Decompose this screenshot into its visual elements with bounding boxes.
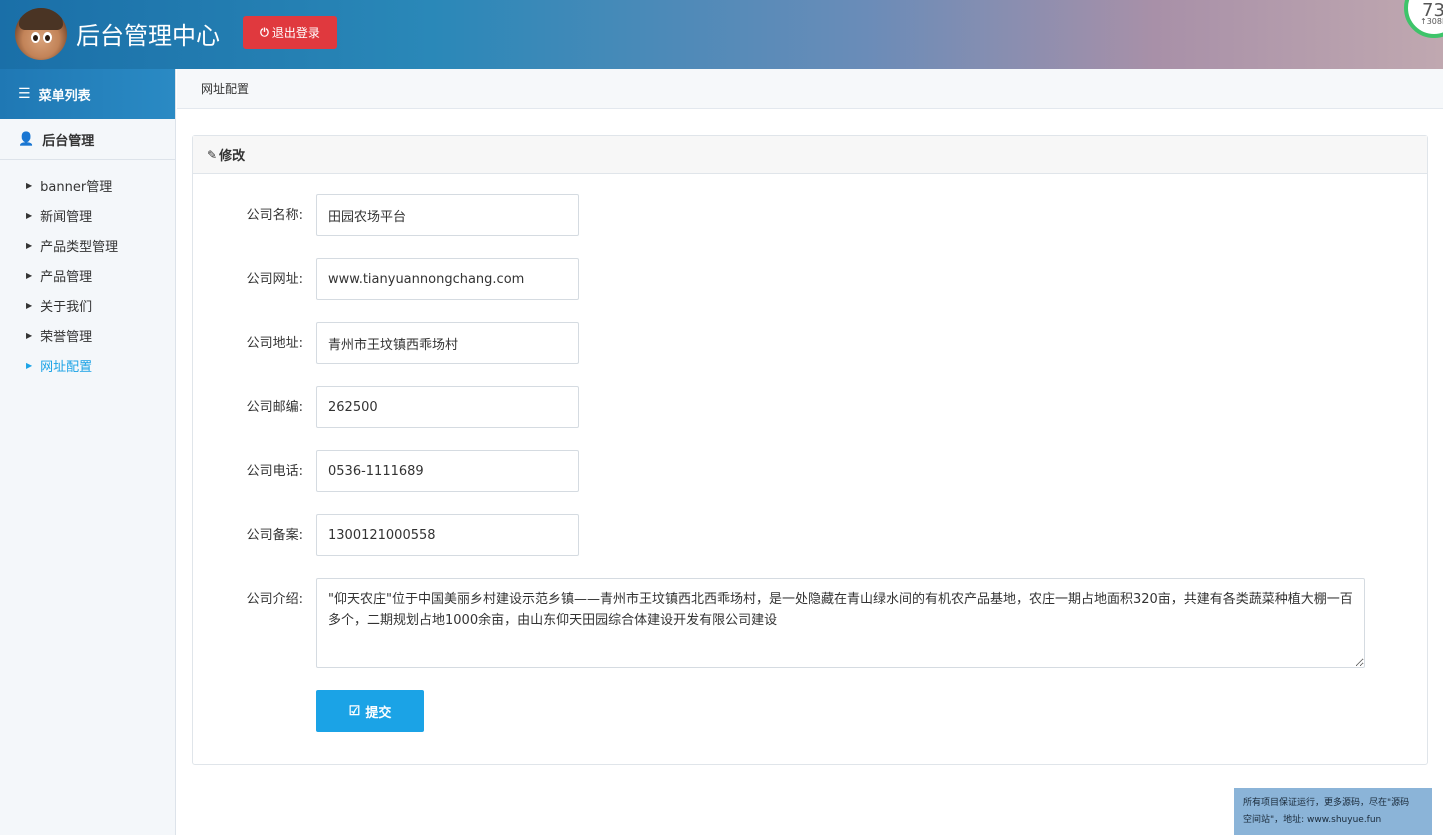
sidebar-item-label: 产品管理 <box>40 269 93 285</box>
sidebar-item-products[interactable]: ▶ 产品管理 <box>0 260 175 290</box>
sidebar-item-label: 新闻管理 <box>40 209 93 225</box>
company-phone-label: 公司电话: <box>246 464 303 479</box>
user-icon: 👤 <box>18 131 35 147</box>
caret-right-icon: ▶ <box>26 180 33 190</box>
caret-right-icon: ▶ <box>26 300 33 310</box>
sidebar-item-banner[interactable]: ▶ banner管理 <box>0 170 175 200</box>
top-header: 后台管理中心 ⏻ 退出登录 73 ↑308K <box>0 0 1443 69</box>
avatar <box>15 8 67 60</box>
company-url-input[interactable] <box>316 258 579 300</box>
caret-right-icon: ▶ <box>26 240 33 250</box>
power-icon: ⏻ <box>260 25 269 39</box>
company-zip-label: 公司邮编: <box>246 400 303 415</box>
avatar-hair <box>19 8 63 30</box>
company-phone-input[interactable] <box>316 450 579 492</box>
sidebar-item-site-config[interactable]: ▶ 网址配置 <box>0 350 175 380</box>
sidebar-item-label: 网址配置 <box>40 359 93 375</box>
avatar-eye-left <box>31 32 40 43</box>
sidebar: ☰ 菜单列表 👤 后台管理 ▶ banner管理 ▶ 新闻管理 ▶ 产品类型管理… <box>0 69 176 835</box>
company-icp-input[interactable] <box>316 514 579 556</box>
sidebar-item-label: banner管理 <box>40 179 113 195</box>
company-intro-label: 公司介绍: <box>246 592 303 607</box>
watermark-notice: 所有项目保证运行，更多源码，尽在"源码 空间站"，地址: www.shuyue.… <box>1234 788 1432 835</box>
company-name-input[interactable] <box>316 194 579 236</box>
company-icp-label: 公司备案: <box>246 528 303 543</box>
logout-button[interactable]: ⏻ 退出登录 <box>243 16 337 49</box>
list-icon: ☰ <box>18 86 31 102</box>
app-title: 后台管理中心 <box>76 22 220 50</box>
check-square-icon: ☑ <box>348 703 361 718</box>
sidebar-item-product-types[interactable]: ▶ 产品类型管理 <box>0 230 175 260</box>
breadcrumb-current: 网址配置 <box>201 82 250 96</box>
caret-right-icon: ▶ <box>26 270 33 280</box>
company-url-label: 公司网址: <box>246 272 303 287</box>
company-zip-input[interactable] <box>316 386 579 428</box>
company-name-label: 公司名称: <box>246 208 303 223</box>
panel-header: ✎ 修改 <box>193 136 1427 174</box>
submit-button[interactable]: ☑ 提交 <box>316 690 424 732</box>
sidebar-item-news[interactable]: ▶ 新闻管理 <box>0 200 175 230</box>
sidebar-item-label: 关于我们 <box>40 299 93 315</box>
breadcrumb: 网址配置 <box>177 69 1443 109</box>
menu-list-header[interactable]: ☰ 菜单列表 <box>0 69 175 119</box>
panel-title: 修改 <box>219 149 246 164</box>
gauge-speed: ↑308K <box>1420 17 1443 26</box>
caret-right-icon: ▶ <box>26 330 33 340</box>
watermark-line-1: 所有项目保证运行，更多源码，尽在"源码 <box>1243 798 1410 808</box>
sidebar-group-admin[interactable]: 👤 后台管理 <box>0 119 175 160</box>
company-intro-textarea[interactable]: "仰天农庄"位于中国美丽乡村建设示范乡镇——青州市王坟镇西北西乖场村，是一处隐藏… <box>316 578 1365 668</box>
logout-label: 退出登录 <box>271 26 320 40</box>
avatar-eye-right <box>43 32 52 43</box>
sidebar-menu: ▶ banner管理 ▶ 新闻管理 ▶ 产品类型管理 ▶ 产品管理 ▶ 关于我们… <box>0 160 175 380</box>
menu-list-title: 菜单列表 <box>38 88 91 104</box>
caret-right-icon: ▶ <box>26 210 33 220</box>
edit-panel: ✎ 修改 公司名称: 公司网址: 公司地址: 公司邮编: 公司电话: 公司备案:… <box>192 135 1428 765</box>
sidebar-item-label: 产品类型管理 <box>40 239 119 255</box>
sidebar-item-about[interactable]: ▶ 关于我们 <box>0 290 175 320</box>
sidebar-item-honors[interactable]: ▶ 荣誉管理 <box>0 320 175 350</box>
company-address-label: 公司地址: <box>246 336 303 351</box>
edit-icon: ✎ <box>207 147 218 162</box>
network-gauge[interactable]: 73 ↑308K <box>1404 0 1443 38</box>
watermark-line-2: 空间站"，地址: www.shuyue.fun <box>1243 815 1382 825</box>
sidebar-item-label: 荣誉管理 <box>40 329 93 345</box>
sidebar-group-title: 后台管理 <box>42 133 95 149</box>
company-address-input[interactable] <box>316 322 579 364</box>
caret-right-icon: ▶ <box>26 360 33 370</box>
submit-label: 提交 <box>365 704 392 720</box>
